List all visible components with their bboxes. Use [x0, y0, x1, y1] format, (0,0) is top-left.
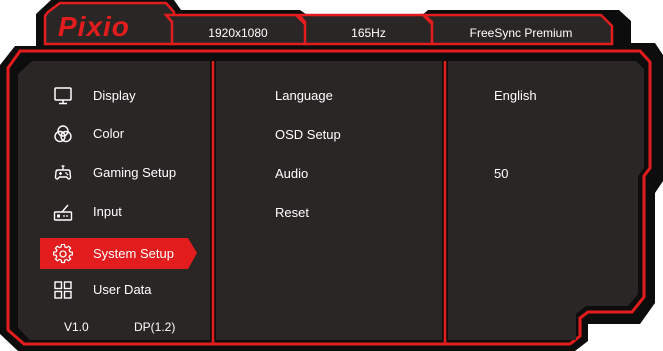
- tab-refresh-rate: 165Hz: [351, 26, 386, 40]
- gamepad-icon: [54, 165, 72, 180]
- sidebar-item-color[interactable]: Color: [40, 118, 180, 150]
- menu-item-audio[interactable]: Audio: [275, 164, 308, 184]
- grid-icon: [54, 281, 72, 299]
- value-panel: [448, 61, 644, 340]
- menu-item-reset[interactable]: Reset: [275, 203, 309, 223]
- sidebar-item-label: Gaming Setup: [93, 165, 177, 180]
- gear-icon: [53, 244, 73, 264]
- sidebar-item-label: Input: [93, 204, 122, 219]
- tab-resolution: 1920x1080: [208, 26, 268, 40]
- brand-logo: Pixio: [58, 11, 130, 42]
- firmware-version: V1.0: [64, 320, 89, 334]
- sidebar-item-label: Display: [93, 88, 136, 103]
- monitor-icon: [54, 87, 72, 105]
- sidebar-item-gaming-setup[interactable]: Gaming Setup: [40, 157, 180, 189]
- input-source-status: DP(1.2): [134, 320, 176, 334]
- color-circles-icon: [54, 125, 72, 143]
- sidebar-item-input[interactable]: Input: [40, 196, 180, 228]
- menu-item-language[interactable]: Language: [275, 86, 333, 106]
- sidebar-item-label: System Setup: [93, 246, 174, 261]
- sidebar-item-user-data[interactable]: User Data: [40, 274, 180, 306]
- input-port-icon: [53, 204, 73, 221]
- sidebar-item-label: Color: [93, 126, 125, 141]
- tab-freesync: FreeSync Premium: [469, 26, 573, 40]
- sidebar-item-label: User Data: [93, 282, 152, 297]
- sidebar-item-display[interactable]: Display: [40, 80, 180, 112]
- menu-item-osd-setup[interactable]: OSD Setup: [275, 125, 341, 145]
- audio-value: 50: [494, 166, 509, 181]
- language-value: English: [494, 88, 537, 103]
- sidebar-item-system-setup[interactable]: System Setup: [40, 238, 180, 270]
